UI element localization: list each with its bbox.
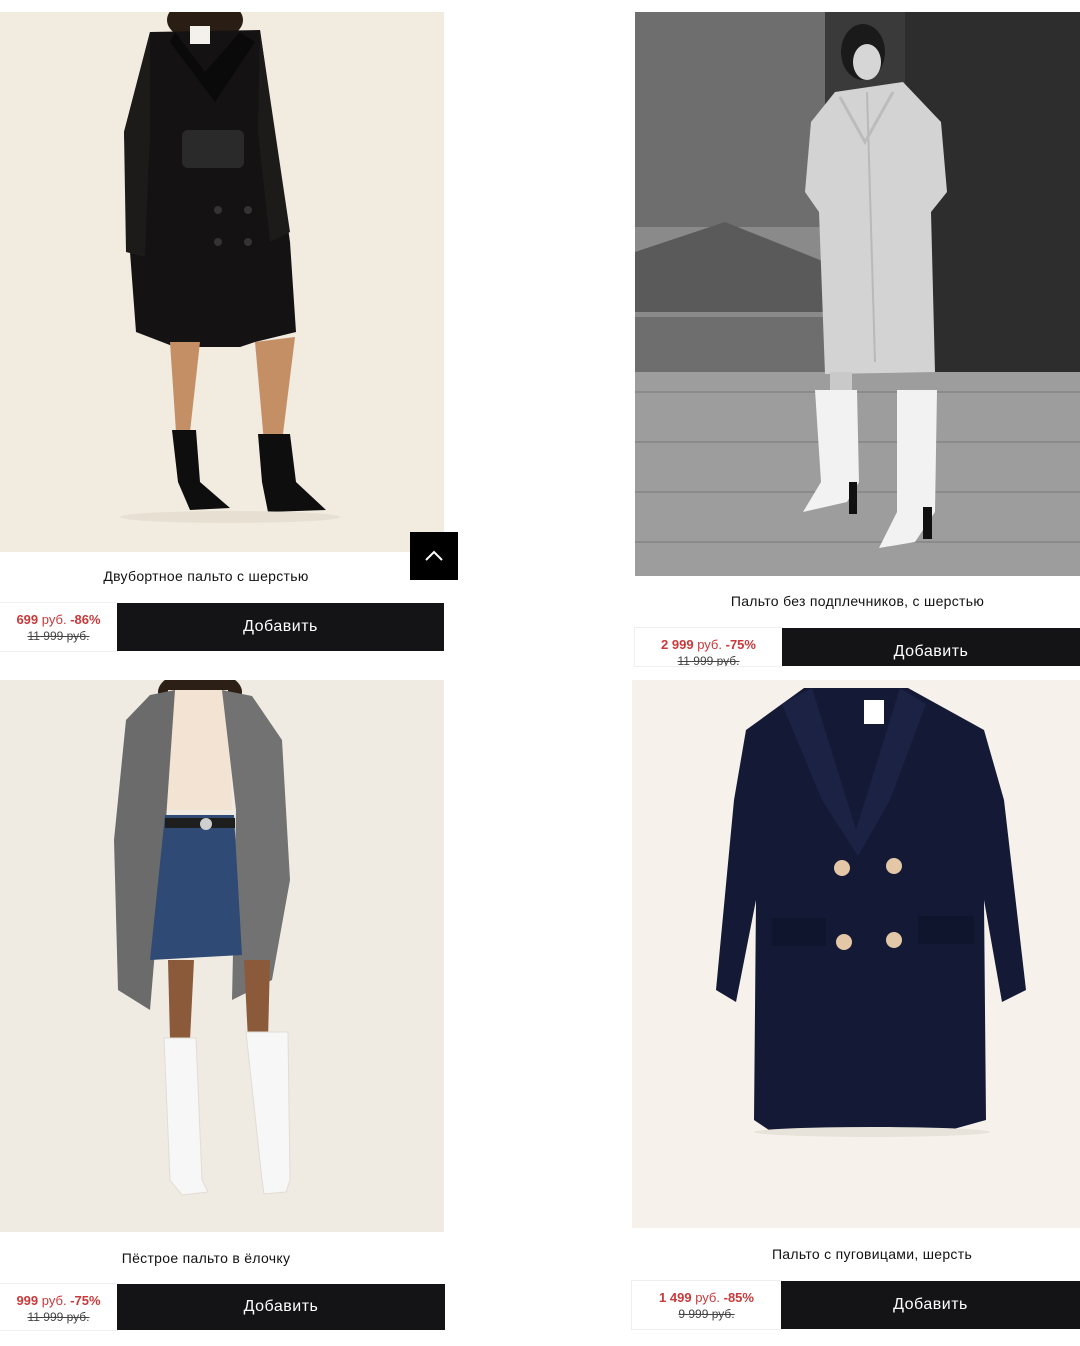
add-to-cart-button[interactable]: Добавить — [782, 628, 1080, 666]
model-photo-grey-coat — [635, 12, 1080, 576]
chevron-up-icon — [425, 550, 443, 561]
old-price: 11 999 руб. — [27, 1310, 90, 1324]
product-image[interactable] — [0, 12, 444, 552]
price-box: 2 999 руб. -75% 11 999 руб. — [635, 628, 782, 666]
product-title[interactable]: Двубортное пальто с шерстью — [0, 568, 412, 584]
discount-percent: -86% — [70, 612, 101, 627]
add-to-cart-button[interactable]: Добавить — [117, 603, 444, 651]
product-image[interactable] — [632, 680, 1080, 1228]
price-box: 699 руб. -86% 11 999 руб. — [0, 603, 117, 651]
price-currency: руб. — [41, 612, 67, 627]
discount-percent: -75% — [70, 1293, 101, 1308]
product-image[interactable] — [635, 12, 1080, 576]
price-value: 2 999 — [661, 637, 694, 652]
price-box: 999 руб. -75% 11 999 руб. — [0, 1284, 117, 1330]
model-photo-black-coat — [0, 12, 444, 552]
discount-percent: -75% — [725, 637, 756, 652]
discount-percent: -85% — [723, 1290, 754, 1305]
product-title[interactable]: Пальто с пуговицами, шерсть — [632, 1246, 1080, 1262]
price-value: 999 — [16, 1293, 39, 1308]
sale-price: 699 руб. -86% — [0, 612, 117, 627]
price-currency: руб. — [41, 1293, 67, 1308]
price-currency: руб. — [697, 637, 722, 652]
sale-price: 2 999 руб. -75% — [635, 637, 782, 652]
price-box: 1 499 руб. -85% 9 999 руб. — [632, 1281, 781, 1329]
product-grid: Двубортное пальто с шерстью 699 руб. -86… — [0, 0, 1080, 1346]
sale-price: 1 499 руб. -85% — [632, 1290, 781, 1305]
add-to-cart-button[interactable]: Добавить — [117, 1284, 445, 1330]
old-price: 11 999 руб. — [27, 629, 90, 643]
product-photo-navy-coat — [632, 680, 1080, 1228]
old-price: 9 999 руб. — [678, 1307, 735, 1321]
scroll-to-top-button[interactable] — [410, 532, 458, 580]
add-to-cart-button[interactable]: Добавить — [781, 1281, 1080, 1329]
product-title[interactable]: Пёстрое пальто в ёлочку — [0, 1250, 412, 1266]
product-title[interactable]: Пальто без подплечников, с шерстью — [635, 593, 1080, 609]
model-photo-herringbone-coat — [0, 680, 444, 1232]
price-value: 699 — [16, 612, 39, 627]
price-currency: руб. — [695, 1290, 720, 1305]
sale-price: 999 руб. -75% — [0, 1293, 117, 1308]
price-value: 1 499 — [659, 1290, 692, 1305]
old-price: 11 999 руб. — [677, 654, 740, 666]
product-image[interactable] — [0, 680, 444, 1232]
